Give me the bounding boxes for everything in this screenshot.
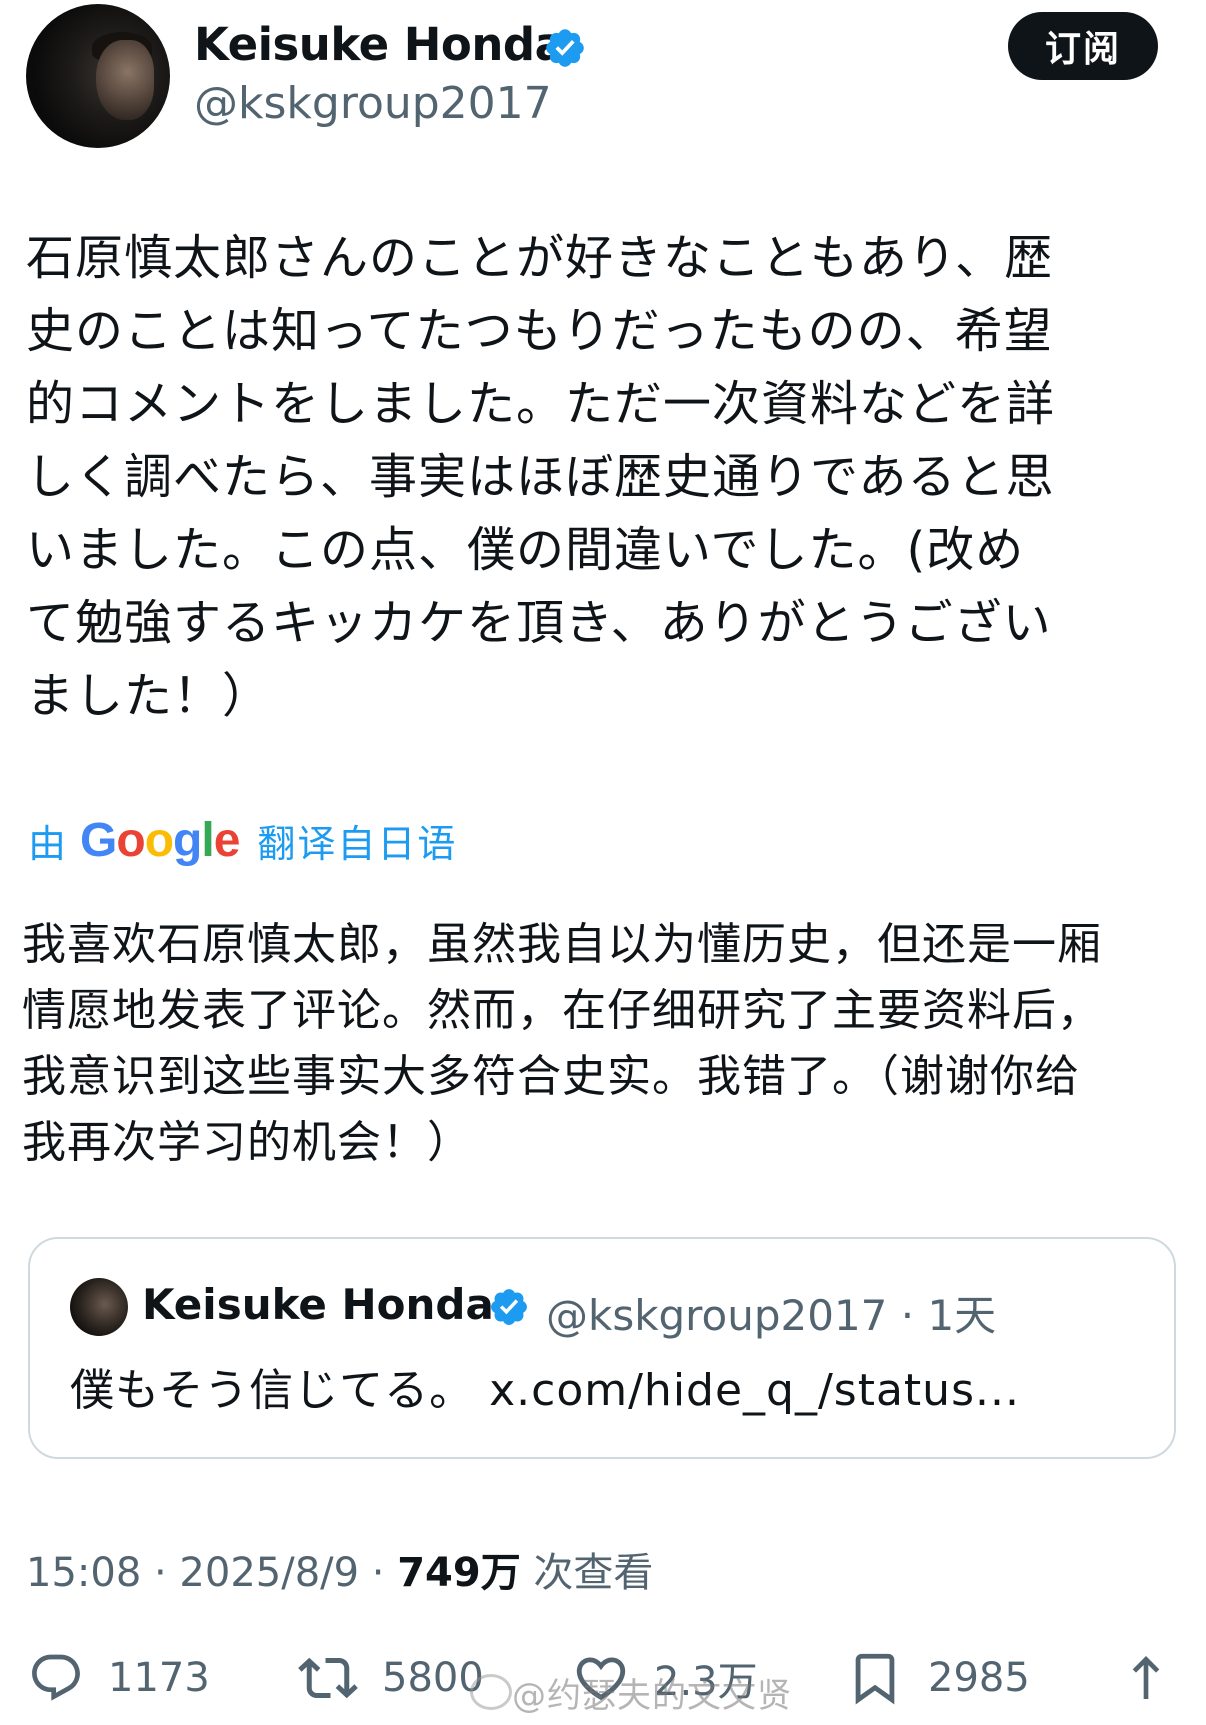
translation-attribution[interactable]: 由 Google 翻译自日语: [28, 812, 457, 868]
reply-count: 1173: [108, 1655, 210, 1701]
retweet-count: 5800: [382, 1655, 484, 1701]
bookmark-count: 2985: [928, 1655, 1030, 1701]
reply-button[interactable]: 1173: [28, 1648, 210, 1708]
translated-by-label: 由: [28, 821, 67, 866]
google-logo: Google: [80, 813, 240, 867]
watermark-text: @约瑟夫的文文贤: [512, 1676, 792, 1716]
translated-text: 我喜欢石原慎太郎，虽然我自以为懂历史，但还是一厢 情愿地发表了评论。然而，在仔细…: [22, 919, 1102, 1168]
subscribe-button[interactable]: 订阅: [1008, 12, 1158, 80]
view-count-label: 次查看: [520, 1550, 654, 1596]
quoted-tweet-card[interactable]: [28, 1237, 1176, 1459]
weibo-watermark-icon: [470, 1674, 512, 1710]
view-count: 749万: [397, 1550, 521, 1596]
reply-icon: [32, 1654, 80, 1701]
quoted-tweet-text: 僕もそう信じてる。 x.com/hide_q_/status...: [70, 1365, 1020, 1416]
bookmark-icon: [855, 1653, 895, 1705]
retweet-button[interactable]: 5800: [298, 1648, 484, 1708]
tweet-meta: 15:08 · 2025/8/9 · 749万 次查看: [26, 1540, 653, 1598]
retweet-icon: [298, 1657, 358, 1699]
verified-badge-icon: [546, 29, 584, 67]
translated-from-label: 翻译自日语: [257, 821, 458, 866]
share-button[interactable]: [1118, 1648, 1174, 1708]
tweet-timestamp[interactable]: 15:08 · 2025/8/9 ·: [26, 1550, 397, 1596]
quoted-author-avatar[interactable]: [70, 1278, 128, 1336]
author-handle[interactable]: @kskgroup2017: [194, 78, 552, 129]
tweet-text: 石原慎太郎さんのことが好きなこともあり、歴 史のことは知ってたつもりだったものの…: [26, 230, 1056, 724]
quoted-author-name[interactable]: Keisuke Honda: [142, 1280, 494, 1329]
bookmark-button[interactable]: 2985: [846, 1648, 1030, 1708]
avatar-face: [96, 40, 154, 120]
author-avatar[interactable]: [26, 4, 170, 148]
verified-badge-icon: [491, 1289, 527, 1325]
author-display-name[interactable]: Keisuke Honda: [194, 18, 565, 71]
quoted-author-handle-time[interactable]: @kskgroup2017 · 1天: [546, 1282, 996, 1343]
share-icon: [1132, 1656, 1160, 1699]
